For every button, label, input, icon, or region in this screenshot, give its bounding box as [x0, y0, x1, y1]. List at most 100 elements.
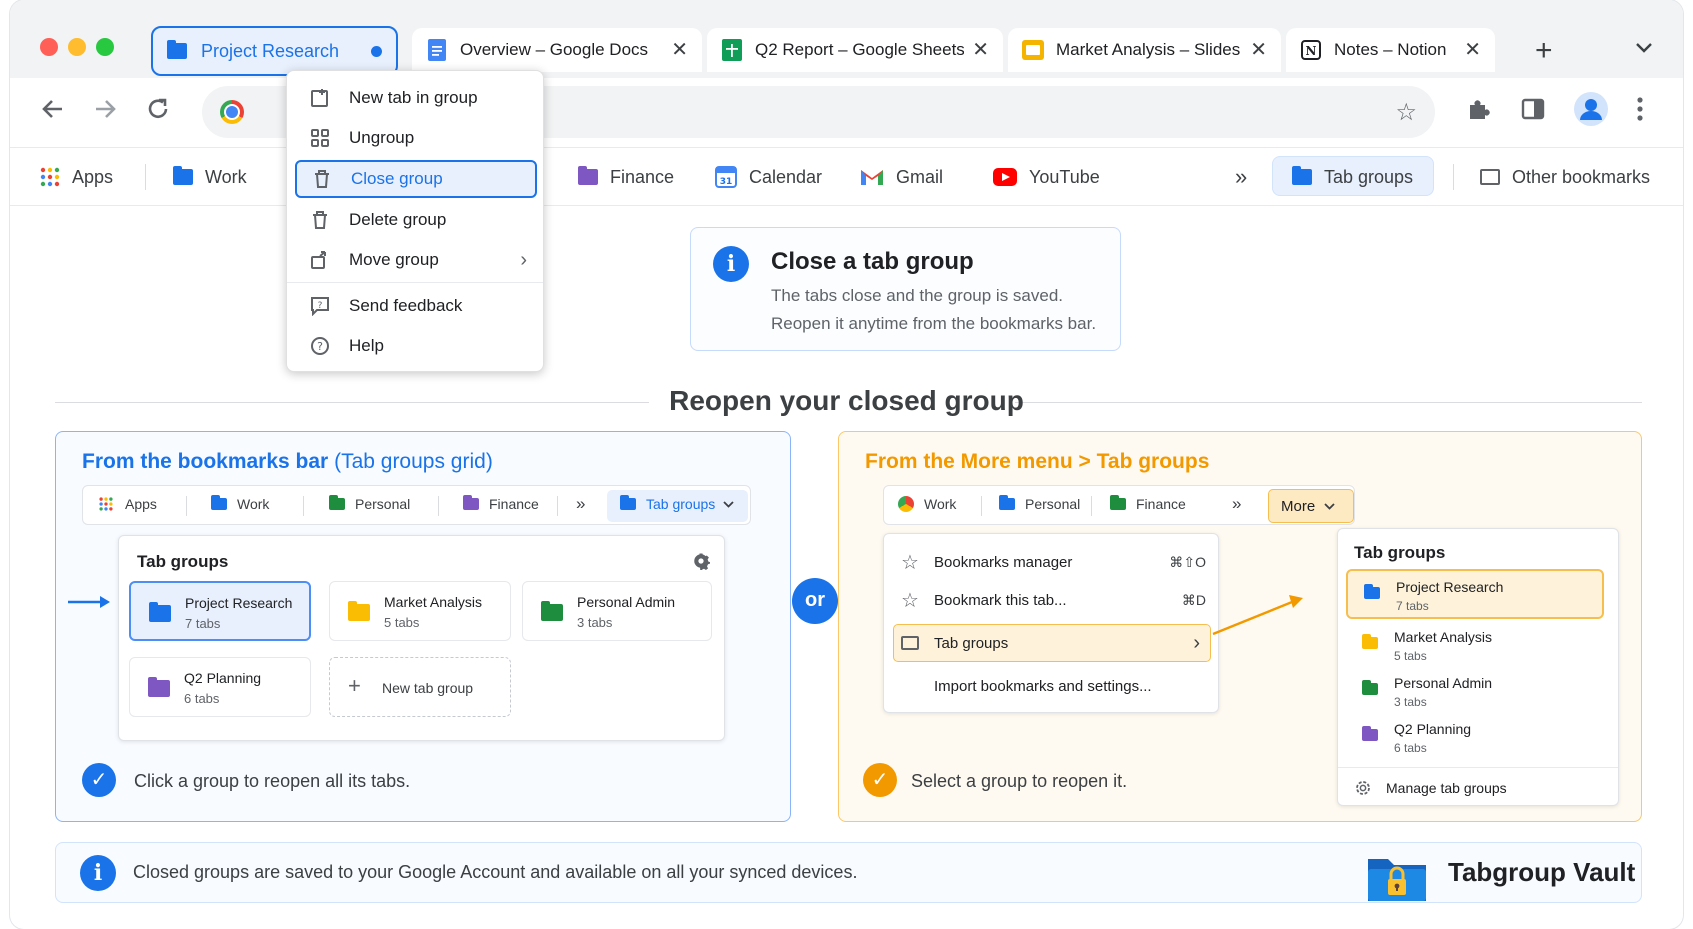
group-color-dot — [371, 45, 382, 57]
bookmarks-overflow-button[interactable]: » — [1235, 162, 1247, 192]
chevron-down-icon — [723, 500, 734, 508]
checkmark-icon: ✓ — [863, 763, 897, 797]
menu-item-label: Help — [349, 336, 384, 355]
more-button-label: More — [1281, 497, 1316, 515]
bookmark-label: Apps — [72, 166, 114, 187]
bookmark-folder-work[interactable]: Work — [173, 162, 247, 192]
more-vertical-icon[interactable] — [1636, 96, 1644, 127]
apps-grid-icon — [40, 167, 60, 187]
menu-item-move-group[interactable]: Move group › — [295, 241, 537, 279]
bookmark-label: Finance — [1136, 496, 1186, 512]
bookmark-label: YouTube — [1029, 166, 1100, 187]
bookmark-label: Personal — [1025, 496, 1081, 512]
bookmark-youtube[interactable]: YouTube — [993, 162, 1100, 192]
extensions-puzzle-icon[interactable] — [1466, 96, 1492, 127]
bookmark-apps[interactable]: Apps — [40, 162, 113, 192]
menu-item-ungroup[interactable]: Ungroup — [295, 119, 537, 157]
menu-item-label: Close group — [351, 169, 443, 188]
mini-bookmark-work[interactable]: Work — [898, 496, 956, 512]
submenu-group-personal-admin[interactable]: Personal Admin 3 tabs — [1346, 667, 1604, 717]
tab-notion[interactable]: N Notes – Notion ✕ — [1286, 28, 1495, 72]
plus-icon: + — [348, 673, 361, 698]
bookmark-label: Finance — [489, 496, 539, 512]
close-tab-icon[interactable]: ✕ — [1464, 40, 1481, 60]
bookmark-gmail[interactable]: Gmail — [860, 162, 943, 192]
menu-item-tab-groups[interactable]: Tab groups › — [893, 624, 1211, 662]
menu-item-send-feedback[interactable]: ? Send feedback — [295, 287, 537, 325]
bookmark-separator — [186, 496, 187, 516]
bookmark-other[interactable]: Other bookmarks — [1480, 162, 1650, 192]
forward-arrow-icon[interactable] — [92, 96, 118, 126]
menu-item-help[interactable]: ? Help — [295, 327, 537, 365]
bookmark-separator — [438, 496, 439, 516]
tab-docs[interactable]: Overview – Google Docs ✕ — [412, 28, 702, 72]
vault-folder-lock-icon — [1366, 851, 1428, 903]
side-panel-icon[interactable] — [1520, 96, 1546, 127]
mini-bookmark-finance[interactable]: Finance — [1110, 495, 1186, 512]
manage-label: Manage tab groups — [1386, 780, 1507, 796]
tab-search-chevron-icon[interactable] — [1635, 38, 1653, 59]
close-tab-icon[interactable]: ✕ — [1250, 40, 1267, 60]
mini-bookmark-apps[interactable]: Apps — [99, 496, 157, 512]
group-count: 5 tabs — [384, 615, 420, 630]
manage-tab-groups-item[interactable]: Manage tab groups — [1354, 775, 1507, 801]
bookmark-folder-finance[interactable]: Finance — [578, 162, 674, 192]
submenu-group-market-analysis[interactable]: Market Analysis 5 tabs — [1346, 621, 1604, 671]
menu-item-new-tab-in-group[interactable]: New tab in group — [295, 79, 537, 117]
group-name: Market Analysis — [384, 594, 483, 610]
more-dropdown-menu: ☆ Bookmarks manager ⌘⇧O ☆ Bookmark this … — [883, 533, 1219, 713]
browser-window: Project Research Overview – Google Docs … — [10, 0, 1683, 929]
folder-icon — [167, 40, 187, 59]
folder-icon — [348, 601, 370, 621]
tab-label: Overview – Google Docs — [460, 40, 649, 59]
google-docs-icon — [426, 39, 448, 61]
bookmarks-bar: Apps Work Finance 31 Calendar Gmail YouT… — [10, 148, 1683, 206]
tab-groups-dropdown-card: Tab groups Project Research 7 tabs Marke… — [118, 535, 725, 741]
group-card-q2-planning[interactable]: Q2 Planning 6 tabs — [129, 657, 311, 717]
menu-item-delete-group[interactable]: Delete group — [295, 201, 537, 239]
submenu-group-project-research[interactable]: Project Research 7 tabs — [1346, 569, 1604, 619]
menu-item-import-bookmarks[interactable]: Import bookmarks and settings... — [934, 668, 1204, 704]
maximize-window-button[interactable] — [96, 38, 114, 56]
close-tab-icon[interactable]: ✕ — [671, 40, 688, 60]
submenu-group-q2-planning[interactable]: Q2 Planning 6 tabs — [1346, 713, 1604, 763]
reload-icon[interactable] — [145, 96, 171, 126]
bookmark-label: Work — [205, 166, 247, 187]
profile-avatar-icon[interactable] — [1573, 91, 1609, 132]
tab-slides[interactable]: Market Analysis – Slides ✕ — [1008, 28, 1281, 72]
chevron-right-icon: › — [1193, 631, 1200, 654]
mini-bookmarks-overflow[interactable]: » — [1232, 494, 1241, 514]
close-window-button[interactable] — [40, 38, 58, 56]
bookmark-star-icon[interactable]: ☆ — [1395, 98, 1417, 127]
footer-banner: i Closed groups are saved to your Google… — [55, 842, 1642, 903]
menu-item-bookmarks-manager[interactable]: ☆ Bookmarks manager ⌘⇧O — [898, 544, 1206, 580]
mini-bookmark-finance[interactable]: Finance — [463, 495, 539, 512]
tab-sheets[interactable]: Q2 Report – Google Sheets ✕ — [707, 28, 1003, 72]
group-card-project-research[interactable]: Project Research 7 tabs — [129, 581, 311, 641]
group-card-personal-admin[interactable]: Personal Admin 3 tabs — [522, 581, 712, 641]
new-tab-button[interactable]: + — [1535, 36, 1553, 66]
settings-gear-icon[interactable] — [692, 552, 710, 575]
menu-item-label: Delete group — [349, 210, 447, 229]
mini-bookmark-tab-groups[interactable]: Tab groups — [620, 495, 734, 512]
more-menu-button[interactable]: More — [1268, 489, 1354, 523]
mini-bookmarks-overflow[interactable]: » — [576, 494, 585, 514]
bookmark-label: Apps — [125, 496, 157, 512]
group-card-market-analysis[interactable]: Market Analysis 5 tabs — [329, 581, 511, 641]
chrome-logo-icon — [898, 496, 914, 512]
menu-item-close-group[interactable]: Close group — [295, 160, 537, 198]
mini-bookmarks-bar: Apps Work Personal Finance » Tab groups — [82, 485, 751, 525]
group-count: 3 tabs — [577, 615, 613, 630]
tab-group-chip[interactable]: Project Research — [151, 26, 398, 76]
mini-bookmark-personal[interactable]: Personal — [999, 495, 1081, 512]
minimize-window-button[interactable] — [68, 38, 86, 56]
panel-title: From the More menu > Tab groups — [865, 450, 1210, 473]
mini-bookmark-personal[interactable]: Personal — [329, 495, 410, 512]
back-arrow-icon[interactable] — [40, 96, 66, 126]
close-tab-icon[interactable]: ✕ — [972, 40, 989, 60]
menu-item-bookmark-this-tab[interactable]: ☆ Bookmark this tab... ⌘D — [898, 582, 1206, 618]
new-tab-group-button[interactable]: + New tab group — [329, 657, 511, 717]
bookmark-calendar[interactable]: 31 Calendar — [715, 162, 822, 192]
mini-bookmark-work[interactable]: Work — [211, 495, 269, 512]
bookmark-tab-groups[interactable]: Tab groups — [1292, 162, 1413, 192]
